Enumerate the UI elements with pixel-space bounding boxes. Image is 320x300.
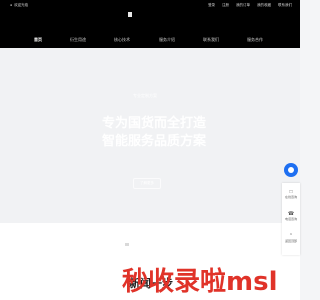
nav-item-contact[interactable]: 联系我们 xyxy=(203,37,219,43)
watermark: 秒收录啦msl xyxy=(122,267,278,297)
login-link[interactable]: 登录 xyxy=(208,3,215,7)
online-consult-label: 在线咨询 xyxy=(284,195,297,199)
nav-item-services[interactable]: 服务介绍 xyxy=(159,37,175,43)
back-to-top-label: 返回顶部 xyxy=(284,239,297,243)
hero-banner: 专业定制方案 专为国货而全打造 智能服务品质方案 了解更多 xyxy=(0,48,300,223)
favorites-link[interactable]: 我的收藏 xyxy=(257,3,271,7)
floating-service-panel: □ 在线咨询 ☎ 电话咨询 ⌃ 返回顶部 xyxy=(282,183,300,255)
section-decoration xyxy=(125,243,129,246)
nav-item-tech[interactable]: 核心技术 xyxy=(114,37,130,43)
topbar-location: ● 欢迎光临 xyxy=(10,3,28,8)
learn-more-button[interactable]: 了解更多 xyxy=(133,178,161,189)
contact-link[interactable]: 联系我们 xyxy=(278,3,292,7)
nav-item-derived[interactable]: 衍生用途 xyxy=(70,37,86,43)
orders-link[interactable]: 我的订单 xyxy=(236,3,250,7)
location-text: 欢迎光临 xyxy=(14,3,29,7)
phone-consult-label: 电话咨询 xyxy=(284,217,297,221)
hero-subheadline: 智能服务品质方案 xyxy=(101,133,206,148)
location-pin-icon: ● xyxy=(10,3,13,7)
nav-item-cooperation[interactable]: 服务合作 xyxy=(247,37,263,43)
site-logo[interactable] xyxy=(128,12,132,17)
hero-headline: 专为国货而全打造 xyxy=(101,115,206,130)
content-section: 新闻一步 秒收录啦msl xyxy=(0,223,300,300)
site-header: ● 欢迎光临 登录 注册 我的订单 我的收藏 联系我们 首页 衍生用途 核心技术 … xyxy=(0,0,300,48)
chat-icon xyxy=(288,167,294,173)
online-consult-item[interactable]: □ 在线咨询 xyxy=(282,189,300,199)
back-to-top-item[interactable]: ⌃ 返回顶部 xyxy=(282,233,300,243)
phone-consult-item[interactable]: ☎ 电话咨询 xyxy=(282,211,300,221)
nav-item-home[interactable]: 首页 xyxy=(34,37,42,43)
hero-tag: 专业定制方案 xyxy=(133,93,157,98)
chat-bubble-button[interactable] xyxy=(284,163,298,177)
topbar-links: 登录 注册 我的订单 我的收藏 联系我们 xyxy=(202,3,292,8)
main-nav: 首页 衍生用途 核心技术 服务介绍 联系我们 服务合作 xyxy=(0,33,300,48)
register-link[interactable]: 注册 xyxy=(222,3,229,7)
